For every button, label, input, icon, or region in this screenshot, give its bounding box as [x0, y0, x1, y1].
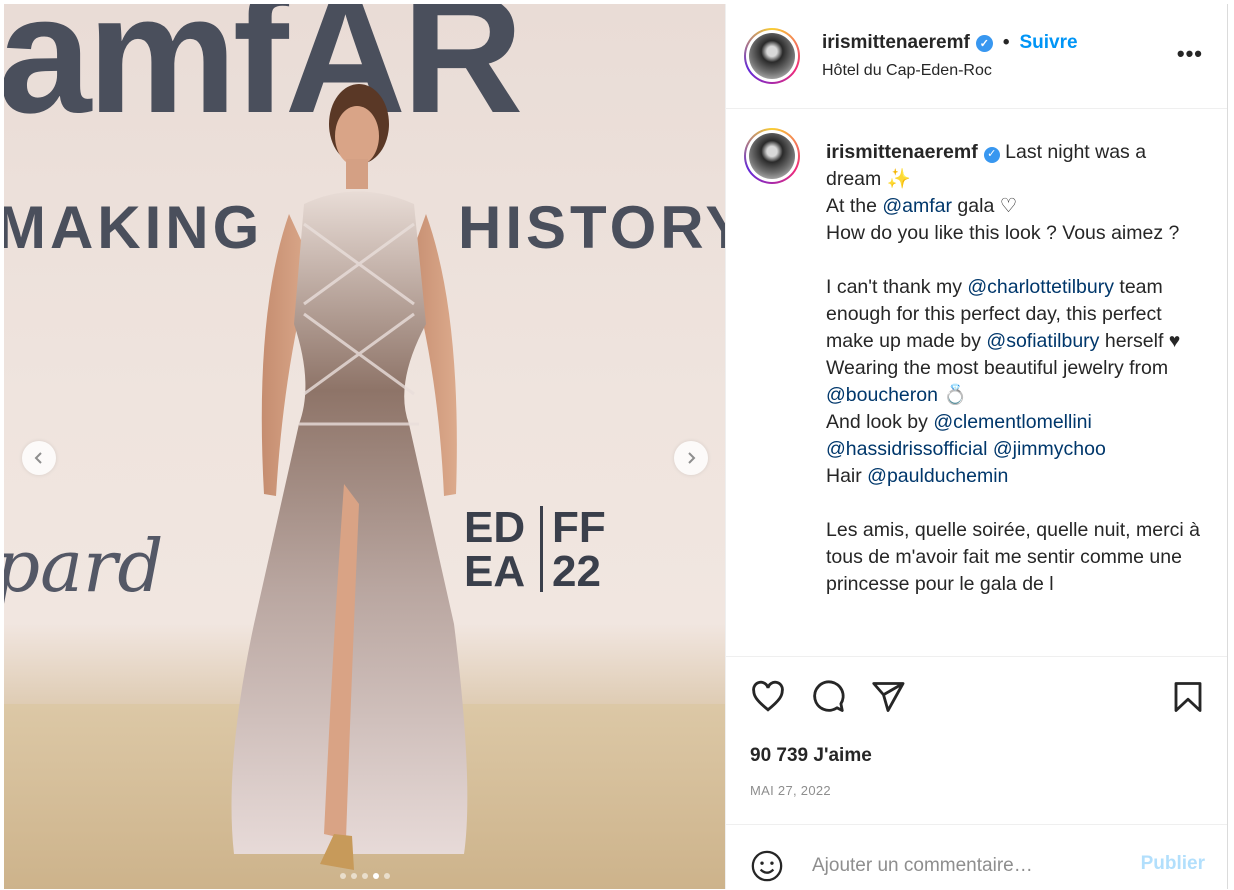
carousel-dot [351, 873, 357, 879]
caption-mention-link[interactable]: @clementlomellini [933, 411, 1092, 433]
caption-mention-link[interactable]: @boucheron [826, 384, 938, 406]
more-icon: ••• [1176, 41, 1203, 66]
avatar[interactable] [744, 28, 800, 84]
comment-input[interactable] [810, 847, 1124, 885]
heart-icon [752, 680, 784, 712]
carousel-dot [384, 873, 390, 879]
caption-text-segment: Les amis, quelle soirée, quelle nuit, me… [826, 519, 1200, 595]
festival-logo-divider [540, 506, 543, 592]
caption-mention-link[interactable]: @jimmychoo [993, 438, 1106, 460]
carousel-dot [340, 873, 346, 879]
location-link[interactable]: Hôtel du Cap-Eden-Roc [822, 62, 992, 80]
caption-text: irismittenaeremf ✓ Last night was a dream… [826, 139, 1206, 598]
chevron-left-icon [34, 452, 42, 464]
verified-icon: ✓ [983, 146, 1000, 163]
woman-in-gown-figure [231, 84, 468, 870]
caption-mention-link[interactable]: @paulduchemin [867, 465, 1008, 487]
caption-avatar[interactable] [744, 128, 800, 184]
like-button[interactable] [750, 679, 786, 715]
post-header: irismittenaeremf ✓ • Suivre Hôtel du Cap… [726, 4, 1227, 109]
separator: • [1002, 32, 1010, 53]
carousel-indicator [340, 873, 390, 879]
caption-text-segment: Hair [826, 465, 862, 487]
carousel-dot [362, 873, 368, 879]
festival-logo-part: 22 [552, 547, 601, 596]
verified-icon: ✓ [975, 34, 993, 52]
emoji-button[interactable] [750, 849, 784, 883]
share-button[interactable] [870, 679, 906, 715]
caption-area: irismittenaeremf ✓ Last night was a dream… [726, 108, 1227, 656]
post-photo[interactable]: amfAR MAKING HISTORY pard ED FF EA 22 [4, 4, 725, 889]
publish-button[interactable]: Publier [1141, 853, 1205, 875]
chevron-right-icon [688, 452, 696, 464]
follow-button[interactable]: Suivre [1020, 32, 1078, 54]
save-button[interactable] [1170, 679, 1206, 715]
header-username[interactable]: irismittenaeremf [822, 32, 970, 54]
caption-mention-link[interactable]: @hassidrissofficial [826, 438, 987, 460]
sponsor-logo-text: pard [4, 524, 164, 608]
carousel-dot [373, 873, 379, 879]
likes-count[interactable]: 90 739 J'aime [750, 745, 872, 767]
comment-bar: Publier [726, 824, 1227, 890]
share-icon [872, 682, 905, 712]
emoji-icon [751, 850, 783, 882]
caption-mention-link[interactable]: @sofiatilbury [986, 330, 1099, 352]
caption-mention-link[interactable]: @charlottetilbury [967, 276, 1114, 298]
carousel-next-button[interactable] [674, 441, 708, 475]
backdrop-history-text: HISTORY [458, 194, 725, 261]
post-date: MAI 27, 2022 [750, 783, 831, 798]
festival-logo-part: FF [552, 503, 606, 552]
bookmark-icon [1174, 682, 1202, 712]
avatar-image [749, 33, 795, 79]
avatar-image [749, 133, 795, 179]
caption-username[interactable]: irismittenaeremf [826, 141, 978, 163]
carousel-prev-button[interactable] [22, 441, 56, 475]
comment-button[interactable] [810, 679, 846, 715]
more-options-button[interactable]: ••• [1171, 40, 1209, 68]
caption-mention-link[interactable]: @amfar [882, 195, 952, 217]
comment-icon [813, 680, 845, 712]
post-sidebar: irismittenaeremf ✓ • Suivre Hôtel du Cap… [725, 4, 1228, 889]
